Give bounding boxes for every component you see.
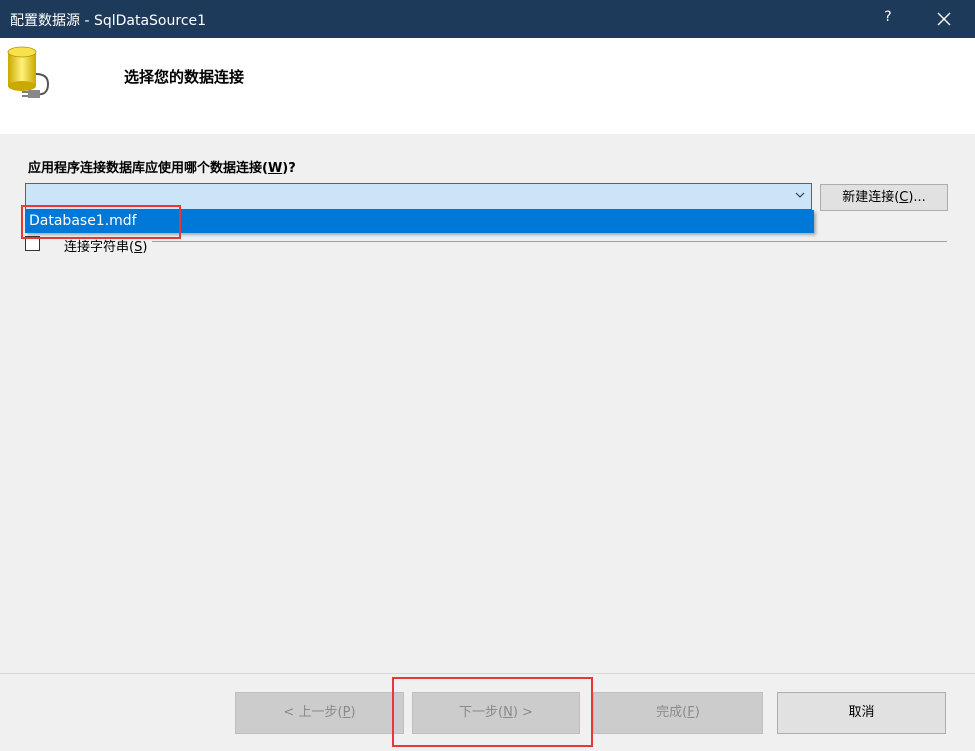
highlight-box-dropdown	[21, 205, 181, 239]
page-heading: 选择您的数据连接	[124, 68, 245, 86]
chevron-down-icon[interactable]	[794, 189, 806, 201]
close-button[interactable]	[926, 0, 962, 38]
wizard-header: 选择您的数据连接	[0, 38, 975, 134]
finish-button[interactable]: 完成(F)	[593, 692, 763, 734]
divider	[152, 241, 947, 242]
close-icon	[937, 12, 951, 26]
help-button[interactable]: ?	[878, 9, 898, 25]
database-connection-icon	[7, 46, 50, 98]
footer-divider	[0, 673, 975, 674]
title-bar: 配置数据源 - SqlDataSource1 ?	[0, 0, 975, 38]
window-title: 配置数据源 - SqlDataSource1	[10, 13, 207, 29]
connection-question-label: 应用程序连接数据库应使用哪个数据连接(W)?	[28, 161, 296, 176]
cancel-button[interactable]: 取消	[777, 692, 946, 734]
back-button[interactable]: < 上一步(P)	[235, 692, 404, 734]
new-connection-button[interactable]: 新建连接(C)...	[820, 184, 948, 211]
highlight-box-next	[392, 677, 593, 747]
